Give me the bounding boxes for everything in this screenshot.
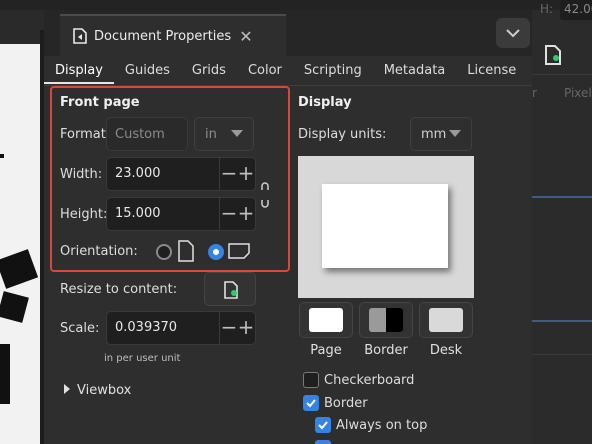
checkbox[interactable] <box>315 440 331 444</box>
display-units-dropdown[interactable]: mm <box>410 117 472 151</box>
border-checkbox[interactable] <box>303 395 319 411</box>
border-label: Border <box>324 396 368 411</box>
scale-unit-note: in per user unit <box>104 353 181 364</box>
checkerboard-label: Checkerboard <box>324 373 415 388</box>
tab-grids[interactable]: Grids <box>181 60 237 84</box>
right-toolbar: H: 42.00 r Pixel <box>532 0 592 444</box>
drawing-canvas[interactable] <box>0 44 40 444</box>
page-color-button[interactable] <box>299 302 353 338</box>
chevron-down-icon <box>506 29 520 38</box>
page-color-label: Page <box>310 343 342 358</box>
scale-label: Scale: <box>60 321 100 336</box>
ruler-line <box>532 196 592 198</box>
display-units-label: Display units: <box>298 127 387 142</box>
canvas-shape <box>0 154 4 158</box>
canvas-shape <box>0 249 39 289</box>
desk-color-swatch <box>429 308 463 332</box>
unit-label: Pixel <box>564 86 592 100</box>
display-units-value: mm <box>421 126 447 142</box>
chain-link-icon[interactable] <box>260 182 270 212</box>
document-properties-icon <box>72 28 88 44</box>
landscape-page-icon <box>228 243 250 263</box>
height-label: Height: <box>60 207 108 222</box>
ruler-line <box>532 320 592 322</box>
height-value: 15.000 <box>115 206 161 221</box>
scale-spinbutton[interactable]: 0.039370 − + <box>106 311 256 345</box>
toolbar-divider <box>532 74 592 75</box>
expander-triangle-icon <box>64 384 70 394</box>
page-color-swatch <box>309 308 343 332</box>
document-resize-icon <box>224 281 238 299</box>
checkmark-icon <box>306 399 316 408</box>
app-top-bar <box>0 0 592 10</box>
tab-license[interactable]: License <box>456 60 527 84</box>
scale-value: 0.039370 <box>115 320 178 335</box>
properties-tabs: Display Guides Grids Color Scripting Met… <box>44 60 532 86</box>
border-color-label: Border <box>364 343 408 358</box>
border-color-button[interactable] <box>359 302 413 338</box>
tab-scripting[interactable]: Scripting <box>293 60 373 84</box>
minus-icon[interactable]: − <box>220 163 238 185</box>
border-color-swatch <box>369 308 403 332</box>
resize-to-content-label: Resize to content: <box>60 282 178 297</box>
front-page-title: Front page <box>60 95 140 110</box>
desk-color-button[interactable] <box>419 302 473 338</box>
format-unit-value: in <box>205 126 217 142</box>
landscape-radio[interactable] <box>208 244 224 260</box>
canvas-shape <box>0 344 10 404</box>
width-label: Width: <box>60 167 103 182</box>
display-title: Display <box>298 95 352 110</box>
plus-icon[interactable]: + <box>237 163 255 185</box>
always-on-top-checkbox[interactable] <box>315 417 331 433</box>
plus-icon[interactable]: + <box>237 317 255 339</box>
desk-color-label: Desk <box>429 343 463 358</box>
document-properties-tab[interactable]: Document Properties ✕ <box>60 14 286 56</box>
canvas-shape <box>0 291 29 323</box>
format-select[interactable]: Custom <box>106 117 188 151</box>
minus-icon[interactable]: − <box>220 317 238 339</box>
format-unit-dropdown[interactable]: in <box>194 117 254 151</box>
portrait-radio[interactable] <box>156 244 172 260</box>
tab-metadata[interactable]: Metadata <box>373 60 457 84</box>
tab-color[interactable]: Color <box>237 60 293 84</box>
checkmark-icon <box>318 421 328 430</box>
dialog-menu-button[interactable] <box>496 18 530 48</box>
chevron-down-icon <box>449 130 461 137</box>
minus-icon[interactable]: − <box>220 203 238 225</box>
format-value: Custom <box>115 126 165 142</box>
document-resize-icon[interactable] <box>542 44 564 66</box>
width-value: 23.000 <box>115 166 161 181</box>
side-label: r <box>532 86 537 100</box>
h-input[interactable]: 42.00 <box>560 0 592 20</box>
height-spinbutton[interactable]: 15.000 − + <box>106 197 256 231</box>
preview-page <box>322 184 448 268</box>
chevron-down-icon <box>231 130 243 137</box>
h-label: H: <box>540 2 554 16</box>
toolbar-divider <box>532 354 592 355</box>
viewbox-label: Viewbox <box>77 383 132 398</box>
portrait-page-icon <box>178 240 194 266</box>
checkerboard-checkbox[interactable] <box>303 372 319 388</box>
orientation-label: Orientation: <box>60 244 138 259</box>
resize-to-content-button[interactable] <box>204 272 256 306</box>
plus-icon[interactable]: + <box>237 203 255 225</box>
always-on-top-label: Always on top <box>336 418 428 433</box>
tab-title: Document Properties <box>94 28 232 44</box>
format-label: Format: <box>60 127 111 142</box>
tab-display[interactable]: Display <box>44 60 114 84</box>
dialog-header: Document Properties ✕ <box>44 10 532 56</box>
document-properties-dialog: Document Properties ✕ Display Guides Gri… <box>44 10 532 444</box>
viewbox-expander[interactable]: Viewbox <box>64 383 131 398</box>
width-spinbutton[interactable]: 23.000 − + <box>106 157 256 191</box>
close-icon[interactable]: ✕ <box>239 27 252 46</box>
tab-guides[interactable]: Guides <box>114 60 181 84</box>
